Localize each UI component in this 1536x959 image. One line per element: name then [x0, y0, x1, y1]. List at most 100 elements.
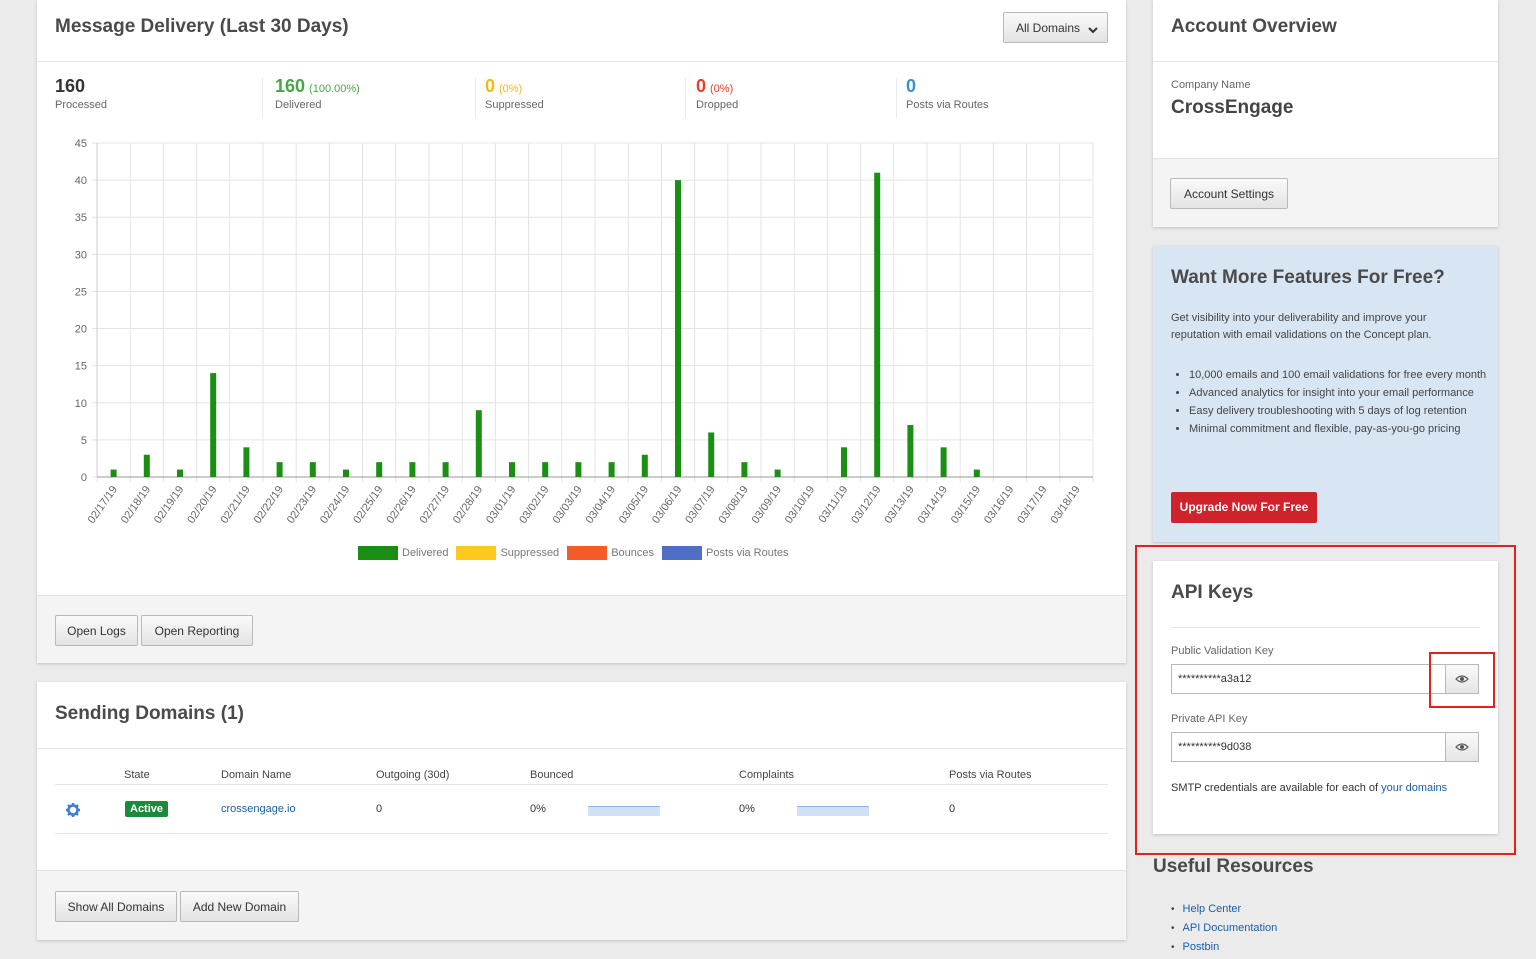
company-name-label: Company Name — [1171, 79, 1251, 91]
chart-bar — [475, 410, 482, 477]
legend-item-posts-via-routes[interactable]: Posts via Routes — [662, 546, 789, 560]
y-tick-label: 5 — [81, 435, 87, 447]
legend-swatch — [456, 546, 497, 560]
legend-swatch — [358, 546, 398, 560]
bounced-value: 0% — [530, 803, 546, 815]
list-item: Advanced analytics for insight into your… — [1189, 384, 1495, 402]
x-tick-label: 03/12/19 — [849, 484, 883, 526]
col-header-state: State — [124, 769, 150, 781]
x-tick-label: 02/20/19 — [185, 484, 219, 526]
x-tick-label: 03/10/19 — [783, 484, 817, 526]
outgoing-value: 0 — [376, 803, 383, 815]
bounced-sparkline — [588, 806, 660, 816]
api-documentation-link[interactable]: API Documentation — [1171, 919, 1278, 938]
show-all-domains-button[interactable]: Show All Domains — [55, 891, 177, 922]
x-tick-label: 02/21/19 — [218, 484, 252, 526]
chart-bar — [442, 462, 449, 477]
col-header-posts-via-routes: Posts via Routes — [949, 769, 1032, 781]
legend-label: Bounces — [611, 547, 654, 559]
gear-icon[interactable] — [65, 802, 81, 818]
y-tick-label: 10 — [75, 398, 87, 410]
upgrade-button[interactable]: Upgrade Now For Free — [1171, 492, 1317, 523]
chart-bar — [243, 447, 250, 477]
add-new-domain-button[interactable]: Add New Domain — [180, 891, 299, 922]
postbin-link[interactable]: Postbin — [1171, 938, 1277, 957]
y-tick-label: 40 — [75, 175, 87, 187]
col-header-complaints: Complaints — [739, 769, 795, 781]
y-tick-label: 20 — [75, 324, 87, 336]
chart-bar — [509, 462, 515, 477]
col-header-outgoing: Outgoing (30d) — [376, 769, 450, 781]
legend-swatch — [662, 546, 702, 560]
help-center-link[interactable]: Help Center — [1171, 900, 1277, 919]
legend-label: Posts via Routes — [706, 547, 789, 559]
chart-bar — [143, 454, 150, 477]
chart-bar — [675, 180, 681, 477]
chart-bar — [210, 373, 217, 477]
y-tick-label: 0 — [81, 472, 87, 484]
x-tick-label: 03/14/19 — [916, 484, 950, 526]
chart-bar — [343, 469, 349, 477]
chart-bar — [641, 454, 648, 477]
highlight-reveal-button — [1429, 652, 1495, 708]
x-tick-label: 02/24/19 — [318, 484, 352, 526]
account-overview-title: Account Overview — [1171, 16, 1337, 37]
complaints-sparkline — [797, 806, 869, 816]
promo-card: Want More Features For Free? Get visibil… — [1153, 246, 1498, 542]
x-tick-label: 03/07/19 — [683, 484, 717, 526]
promo-text: Get visibility into your deliverability … — [1171, 312, 1432, 341]
account-settings-button[interactable]: Account Settings — [1170, 178, 1288, 209]
chart-legend: Delivered Suppressed Bounces Posts via R… — [358, 546, 797, 560]
y-tick-label: 30 — [75, 249, 87, 261]
open-reporting-button[interactable]: Open Reporting — [141, 615, 253, 646]
chart-bar — [309, 462, 316, 477]
y-tick-label: 15 — [75, 361, 87, 373]
x-tick-label: 03/09/19 — [750, 484, 784, 526]
message-delivery-card: Message Delivery (Last 30 Days) All Doma… — [37, 0, 1126, 663]
x-tick-label: 03/16/19 — [982, 484, 1016, 526]
domains-footer: Show All Domains Add New Domain — [37, 870, 1126, 940]
account-overview-card: Account Overview Company Name CrossEngag… — [1153, 0, 1498, 227]
sending-domains-card: Sending Domains (1) Show All Domains Add… — [37, 682, 1126, 940]
divider — [55, 833, 1108, 834]
chart-bar — [376, 462, 383, 477]
x-tick-label: 03/04/19 — [584, 484, 618, 526]
x-tick-label: 03/11/19 — [817, 484, 851, 525]
chart-bar — [177, 469, 183, 477]
legend-item-suppressed[interactable]: Suppressed — [456, 546, 559, 560]
chart-bar — [110, 469, 117, 477]
x-tick-label: 03/08/19 — [716, 484, 750, 526]
chart-bar — [973, 469, 980, 477]
x-tick-label: 02/26/19 — [384, 484, 418, 526]
delivery-chart: 0 5 10 15 20 25 30 35 40 45 02/17/1902/18/1902/19/… — [75, 138, 1094, 526]
x-tick-label: 03/05/19 — [617, 484, 651, 526]
complaints-value: 0% — [739, 803, 755, 815]
col-header-domain-name: Domain Name — [221, 769, 292, 781]
chart-bar — [542, 462, 549, 477]
useful-resources-title: Useful Resources — [1153, 856, 1314, 877]
chart-bar — [276, 462, 283, 477]
chart-bar — [907, 425, 914, 477]
list-item: Easy delivery troubleshooting with 5 day… — [1189, 402, 1495, 420]
account-footer: Account Settings — [1153, 158, 1498, 227]
legend-item-delivered[interactable]: Delivered — [358, 546, 448, 560]
legend-label: Delivered — [402, 547, 449, 559]
domain-link[interactable]: crossengage.io — [221, 803, 296, 815]
chart-bar — [874, 172, 881, 477]
chart-bar — [608, 462, 615, 477]
sending-domains-title: Sending Domains (1) — [55, 703, 244, 724]
x-tick-label: 03/13/19 — [882, 484, 916, 526]
delivery-footer: Open Logs Open Reporting — [37, 595, 1126, 663]
legend-item-bounces[interactable]: Bounces — [567, 546, 654, 560]
x-tick-label: 03/18/19 — [1048, 484, 1082, 526]
chart-bar — [708, 432, 715, 477]
chart-bar — [741, 462, 748, 477]
list-item: 10,000 emails and 100 email validations … — [1189, 366, 1495, 384]
open-logs-button[interactable]: Open Logs — [55, 615, 138, 646]
list-item: Minimal commitment and flexible, pay-as-… — [1189, 420, 1495, 438]
x-tick-label: 02/25/19 — [351, 484, 385, 526]
divider — [37, 748, 1126, 749]
x-tick-label: 02/19/19 — [152, 484, 186, 526]
legend-label: Suppressed — [500, 547, 560, 559]
x-tick-label: 03/02/19 — [517, 484, 551, 526]
